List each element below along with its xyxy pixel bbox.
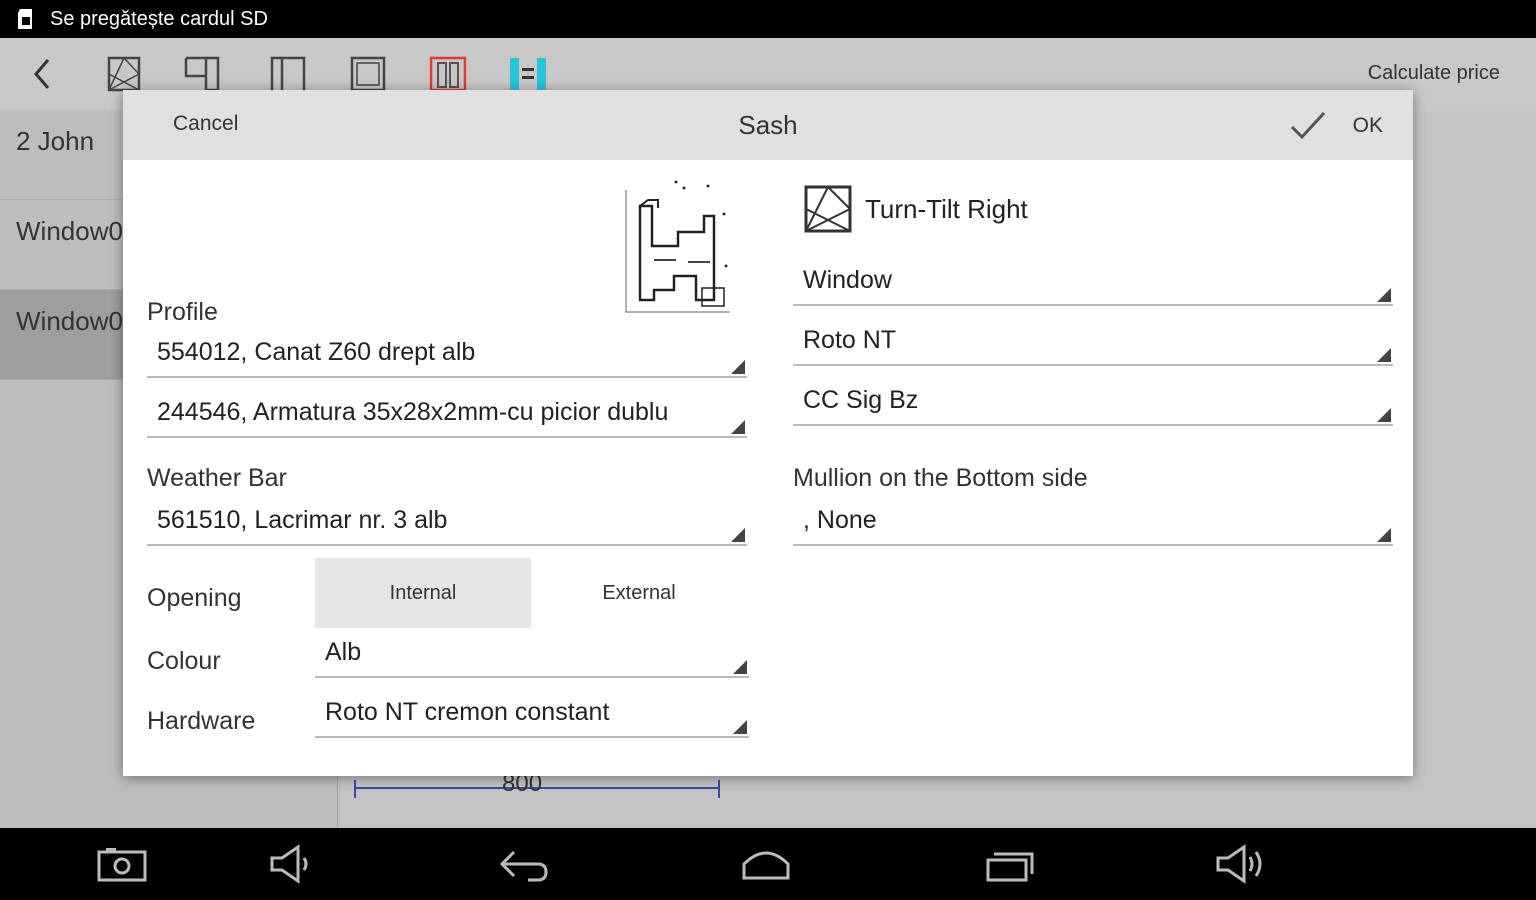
dropdown-arrow-icon: [733, 660, 747, 674]
dropdown-arrow-icon: [731, 528, 745, 542]
sash-left-icon[interactable]: [182, 54, 222, 94]
opening-external-option[interactable]: External: [531, 558, 747, 628]
back-icon[interactable]: [498, 844, 550, 884]
profile-spinner[interactable]: 554012, Canat Z60 drept alb: [147, 332, 747, 378]
hardware-label: Hardware: [147, 707, 256, 735]
mullion-icon[interactable]: [508, 54, 548, 94]
dialog-header: Sash Cancel OK: [123, 90, 1413, 160]
hardware-spinner[interactable]: Roto NT cremon constant: [315, 692, 749, 738]
mullion-bottom-spinner[interactable]: , None: [793, 500, 1393, 546]
dropdown-arrow-icon: [731, 420, 745, 434]
dropdown-arrow-icon: [1377, 408, 1391, 422]
turn-tilt-icon[interactable]: [104, 54, 144, 94]
fitting-value: CC Sig Bz: [803, 386, 919, 414]
reinforcement-spinner[interactable]: 244546, Armatura 35x28x2mm-cu picior dub…: [147, 392, 747, 438]
home-icon[interactable]: [740, 844, 792, 884]
dropdown-arrow-icon: [1377, 528, 1391, 542]
double-sash-icon[interactable]: [428, 54, 468, 94]
fitting-spinner[interactable]: CC Sig Bz: [793, 380, 1393, 426]
sash-type-label: Turn-Tilt Right: [865, 193, 1028, 224]
colour-value: Alb: [325, 638, 362, 666]
hardware-value: Roto NT cremon constant: [325, 698, 610, 726]
volume-up-icon[interactable]: [1214, 844, 1266, 884]
sash-type: Turn-Tilt Right: [803, 184, 1028, 234]
dropdown-arrow-icon: [733, 720, 747, 734]
dropdown-arrow-icon: [1377, 288, 1391, 302]
sash-frame-icon[interactable]: [268, 54, 308, 94]
ok-button[interactable]: OK: [1289, 104, 1383, 148]
profile-value: 554012, Canat Z60 drept alb: [157, 338, 476, 366]
dropdown-arrow-icon: [1377, 348, 1391, 362]
turn-tilt-icon: [804, 185, 852, 233]
profile-label: Profile: [147, 298, 218, 326]
ok-label: OK: [1352, 114, 1383, 137]
mullion-bottom-label: Mullion on the Bottom side: [793, 464, 1088, 492]
system-spinner[interactable]: Roto NT: [793, 320, 1393, 366]
status-text: Se pregătește cardul SD: [50, 7, 268, 30]
cancel-button[interactable]: Cancel: [173, 112, 238, 136]
dialog-title: Sash: [738, 110, 798, 140]
weather-bar-value: 561510, Lacrimar nr. 3 alb: [157, 506, 448, 534]
screenshot-icon[interactable]: [96, 844, 148, 884]
fixed-frame-icon[interactable]: [348, 54, 388, 94]
opening-internal-option[interactable]: Internal: [315, 558, 531, 628]
checkmark-icon: [1290, 111, 1325, 140]
colour-spinner[interactable]: Alb: [315, 632, 749, 678]
opening-label: Opening: [147, 584, 242, 612]
navigation-bar: [0, 828, 1536, 900]
weather-bar-label: Weather Bar: [147, 464, 287, 492]
colour-label: Colour: [147, 647, 221, 675]
system-value: Roto NT: [803, 326, 897, 354]
recent-apps-icon[interactable]: [984, 844, 1036, 884]
status-bar: Se pregătește cardul SD: [0, 0, 1536, 38]
volume-down-icon[interactable]: [266, 844, 318, 884]
sd-card-icon: [18, 9, 32, 29]
type-spinner[interactable]: Window: [793, 260, 1393, 306]
reinforcement-value: 244546, Armatura 35x28x2mm-cu picior dub…: [157, 398, 669, 426]
back-arrow-icon[interactable]: [24, 54, 64, 94]
type-value: Window: [803, 266, 892, 294]
profile-section-image: [625, 180, 730, 313]
mullion-bottom-value: , None: [803, 506, 877, 534]
sash-dialog: Sash Cancel OK Profile 554012, Canat Z60…: [123, 90, 1413, 776]
opening-toggle: Internal External: [315, 558, 747, 628]
calculate-price-button[interactable]: Calculate price: [1368, 62, 1500, 85]
weather-bar-spinner[interactable]: 561510, Lacrimar nr. 3 alb: [147, 500, 747, 546]
dropdown-arrow-icon: [731, 360, 745, 374]
